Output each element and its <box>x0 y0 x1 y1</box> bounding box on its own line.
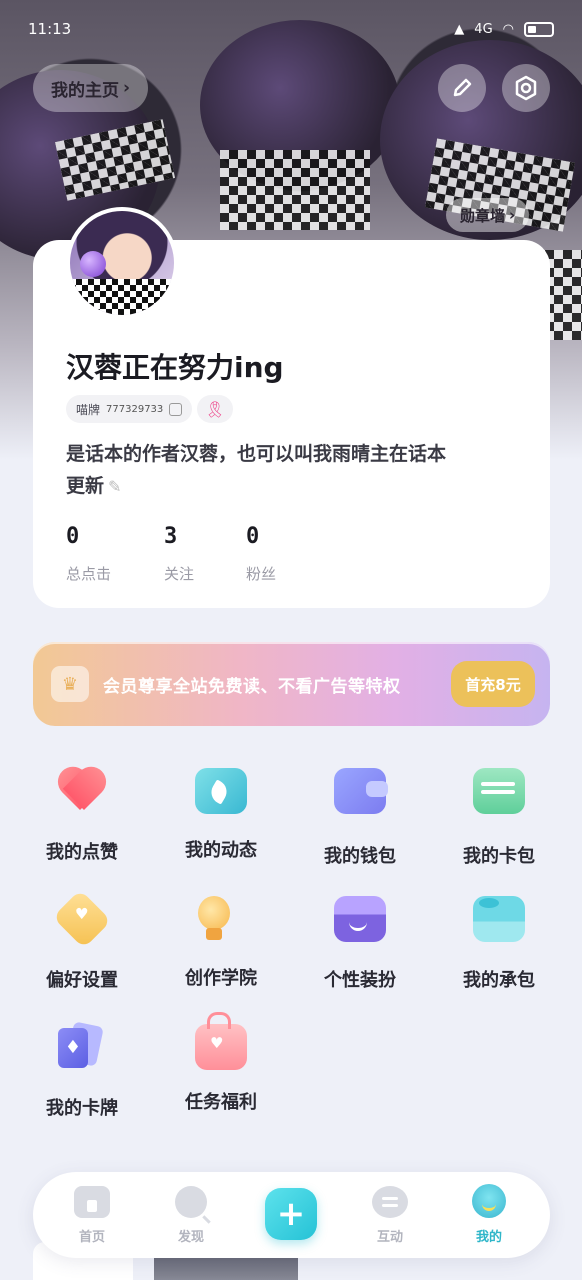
badge-wall-label: 勋章墙 <box>460 206 506 225</box>
badge-wall-button[interactable]: 勋章墙 › <box>446 198 530 232</box>
stat-label: 关注 <box>164 565 195 583</box>
home-icon <box>74 1186 110 1218</box>
stat-label: 总点击 <box>66 565 112 583</box>
preference-icon <box>52 889 112 949</box>
heart-icon <box>56 768 108 814</box>
nav-label: 我的 <box>475 1230 502 1245</box>
mine-icon <box>472 1184 506 1218</box>
first-recharge-button[interactable]: 首充8元 <box>451 661 535 707</box>
stat-following[interactable]: 3 关注 <box>164 524 194 584</box>
my-homepage-label: 我的主页 <box>51 80 119 101</box>
discover-icon <box>175 1186 207 1218</box>
user-id-label: 喵牌 <box>76 402 101 417</box>
stat-total-clicks[interactable]: 0 总点击 <box>66 524 111 584</box>
nav-label: 互动 <box>376 1230 403 1245</box>
whale-icon <box>473 896 525 942</box>
feature-label: 我的动态 <box>185 840 257 861</box>
bulb-icon <box>195 896 247 942</box>
status-time: 11:13 <box>28 20 72 38</box>
bottom-nav: 首页 发现 + 互动 我的 <box>33 1172 550 1258</box>
avatar-art <box>70 279 174 315</box>
feature-task-rewards[interactable]: 任务福利 <box>171 1012 271 1114</box>
feature-label: 我的钱包 <box>324 846 396 867</box>
nav-home[interactable]: 首页 <box>57 1186 127 1245</box>
feature-label: 我的卡包 <box>463 846 535 867</box>
vip-banner[interactable]: ♛ 会员尊享全站免费读、不看广告等特权 首充8元 <box>33 642 550 726</box>
pencil-icon <box>453 78 472 97</box>
stat-value: 0 <box>66 524 80 549</box>
avatar-art <box>80 251 106 277</box>
settings-button[interactable] <box>502 64 550 112</box>
cards-icon <box>56 1024 108 1070</box>
feature-label: 我的卡牌 <box>46 1098 118 1119</box>
plus-icon: + <box>276 1194 306 1234</box>
status-bar: 11:13 ▲ 4G ◠ <box>0 0 582 58</box>
feature-label: 我的承包 <box>463 970 535 991</box>
user-id-pill[interactable]: 喵牌 777329733 <box>66 395 193 423</box>
shop-icon <box>334 896 386 942</box>
feature-creation-academy[interactable]: 创作学院 <box>171 896 271 990</box>
vip-text: 会员尊享全站免费读、不看广告等特权 <box>103 677 401 697</box>
chat-icon <box>372 1186 408 1218</box>
user-id-number: 777329733 <box>106 403 164 415</box>
gift-icon <box>195 1012 247 1070</box>
feature-my-contract[interactable]: 我的承包 <box>449 896 549 992</box>
ribbon-icon: 🎗 <box>204 399 226 419</box>
network-label: 4G <box>474 21 493 37</box>
wifi-icon: ◠ <box>502 21 514 37</box>
bio-text: 是话本的作者汉蓉，也可以叫我雨晴主在话本更新 <box>66 443 447 497</box>
chevron-right-icon: › <box>509 206 516 224</box>
my-homepage-button[interactable]: 我的主页 › <box>33 64 149 112</box>
battery-icon <box>524 21 554 37</box>
add-button[interactable]: + <box>265 1188 317 1240</box>
stat-value: 0 <box>246 524 260 549</box>
feature-preferences[interactable]: 偏好设置 <box>32 889 132 992</box>
dynamic-icon <box>195 768 247 814</box>
edit-bio-icon[interactable]: ✎ <box>108 477 121 496</box>
nav-mine[interactable]: 我的 <box>454 1184 524 1245</box>
feature-label: 偏好设置 <box>46 970 118 991</box>
stat-value: 3 <box>164 524 178 549</box>
card-bag-icon <box>473 768 525 814</box>
feature-personal-dressup[interactable]: 个性装扮 <box>310 896 410 992</box>
bio[interactable]: 是话本的作者汉蓉，也可以叫我雨晴主在话本更新 ✎ <box>66 438 446 503</box>
copy-icon[interactable] <box>169 402 183 416</box>
stat-fans[interactable]: 0 粉丝 <box>246 524 276 584</box>
status-icons: ▲ 4G ◠ <box>454 21 554 37</box>
feature-my-wallet[interactable]: 我的钱包 <box>310 768 410 868</box>
settings-icon <box>515 75 537 101</box>
feature-my-dynamics[interactable]: 我的动态 <box>171 768 271 862</box>
username: 汉蓉正在努力ing <box>66 351 284 384</box>
crown-icon: ♛ <box>51 666 89 702</box>
feature-my-cards[interactable]: 我的卡牌 <box>32 1024 132 1120</box>
signal-icon: ▲ <box>454 21 465 37</box>
feature-my-card-bag[interactable]: 我的卡包 <box>449 768 549 868</box>
chevron-right-icon: › <box>123 78 131 98</box>
nav-discover[interactable]: 发现 <box>156 1186 226 1245</box>
nav-label: 发现 <box>177 1230 204 1245</box>
feature-my-likes[interactable]: 我的点赞 <box>32 768 132 864</box>
feature-label: 创作学院 <box>185 968 257 989</box>
wallet-icon <box>334 768 388 814</box>
banner-scarf <box>220 150 370 230</box>
stat-label: 粉丝 <box>246 565 277 583</box>
nav-interaction[interactable]: 互动 <box>355 1186 425 1245</box>
feature-label: 我的点赞 <box>46 842 118 863</box>
feature-label: 个性装扮 <box>324 970 396 991</box>
edit-button[interactable] <box>438 64 486 112</box>
avatar[interactable] <box>66 207 178 319</box>
ribbon-badge-button[interactable]: 🎗 <box>197 395 233 423</box>
nav-label: 首页 <box>78 1230 105 1245</box>
feature-label: 任务福利 <box>185 1092 257 1113</box>
